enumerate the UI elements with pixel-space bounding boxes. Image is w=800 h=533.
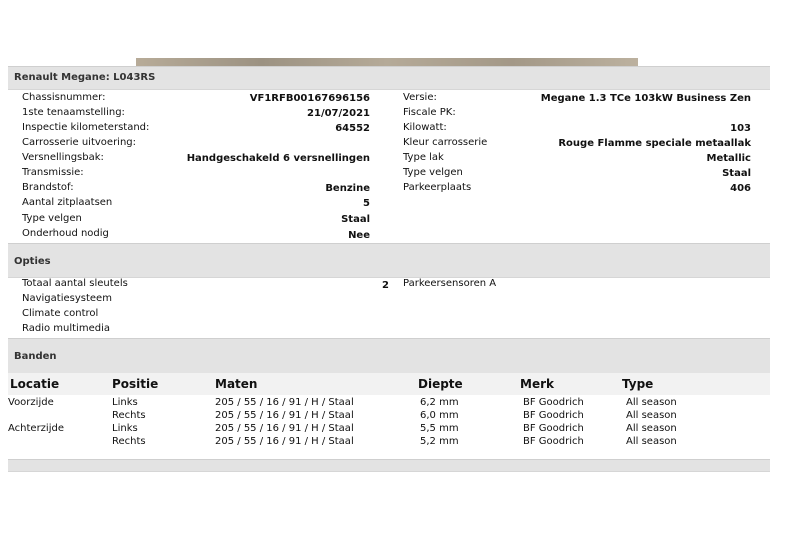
spec-value: 21/07/2021 bbox=[307, 108, 370, 119]
table-cell: Links bbox=[112, 423, 138, 434]
spec-value: 406 bbox=[730, 183, 751, 194]
spec-value: Metallic bbox=[706, 153, 751, 164]
table-cell: Rechts bbox=[112, 410, 146, 421]
table-cell: 5,2 mm bbox=[420, 436, 459, 447]
spec-label: Carrosserie uitvoering: bbox=[22, 137, 137, 148]
table-cell: 205 / 55 / 16 / 91 / H / Staal bbox=[215, 397, 354, 408]
options-header-bar: Opties bbox=[8, 243, 770, 278]
spec-label: Fiscale PK: bbox=[403, 107, 456, 118]
vehicle-photo-strip bbox=[136, 58, 638, 66]
table-cell: Voorzijde bbox=[8, 397, 54, 408]
table-cell: Rechts bbox=[112, 436, 146, 447]
column-header-maten: Maten bbox=[215, 377, 258, 391]
tires-header-bar: Banden bbox=[8, 338, 770, 374]
table-cell: 6,2 mm bbox=[420, 397, 459, 408]
table-cell: BF Goodrich bbox=[523, 436, 584, 447]
table-cell: BF Goodrich bbox=[523, 410, 584, 421]
footer-bar bbox=[8, 459, 770, 472]
vehicle-title: Renault Megane: L043RS bbox=[14, 72, 156, 83]
table-cell: All season bbox=[626, 423, 677, 434]
spec-label: Aantal zitplaatsen bbox=[22, 197, 113, 208]
table-cell: 6,0 mm bbox=[420, 410, 459, 421]
option-item: Radio multimedia bbox=[22, 323, 110, 334]
table-cell: 5,5 mm bbox=[420, 423, 459, 434]
spec-value: Handgeschakeld 6 versnellingen bbox=[186, 153, 370, 164]
column-header-diepte: Diepte bbox=[418, 377, 463, 391]
spec-value: 64552 bbox=[335, 123, 370, 134]
spec-label: Parkeerplaats bbox=[403, 182, 472, 193]
column-header-type: Type bbox=[622, 377, 654, 391]
table-cell: Links bbox=[112, 397, 138, 408]
spec-value: Nee bbox=[348, 230, 370, 241]
table-cell: BF Goodrich bbox=[523, 423, 584, 434]
options-title: Opties bbox=[14, 256, 51, 267]
spec-value: Staal bbox=[722, 168, 751, 179]
spec-label: Versnellingsbak: bbox=[22, 152, 104, 163]
option-item: Climate control bbox=[22, 308, 99, 319]
spec-label: Type velgen bbox=[403, 167, 463, 178]
spec-label: Versie: bbox=[403, 92, 437, 103]
option-item: Totaal aantal sleutels bbox=[22, 278, 128, 289]
tires-title: Banden bbox=[14, 351, 57, 362]
spec-label: Type lak bbox=[403, 152, 444, 163]
spec-label: Kilowatt: bbox=[403, 122, 447, 133]
spec-label: Type velgen bbox=[22, 213, 82, 224]
spec-label: Chassisnummer: bbox=[22, 92, 106, 103]
spec-label: 1ste tenaamstelling: bbox=[22, 107, 125, 118]
spec-value: Benzine bbox=[325, 183, 370, 194]
table-cell: 205 / 55 / 16 / 91 / H / Staal bbox=[215, 423, 354, 434]
table-cell: All season bbox=[626, 436, 677, 447]
spec-value: Megane 1.3 TCe 103kW Business Zen bbox=[540, 93, 751, 104]
spec-label: Brandstof: bbox=[22, 182, 74, 193]
table-cell: All season bbox=[626, 397, 677, 408]
option-item: Parkeersensoren A bbox=[403, 278, 497, 289]
table-cell: Achterzijde bbox=[8, 423, 64, 434]
table-cell: BF Goodrich bbox=[523, 397, 584, 408]
spec-label: Onderhoud nodig bbox=[22, 228, 109, 239]
spec-label: Kleur carrosserie bbox=[403, 137, 488, 148]
column-header-merk: Merk bbox=[520, 377, 554, 391]
spec-label: Inspectie kilometerstand: bbox=[22, 122, 150, 133]
table-cell: 205 / 55 / 16 / 91 / H / Staal bbox=[215, 436, 354, 447]
column-header-positie: Positie bbox=[112, 377, 159, 391]
vehicle-header-bar: Renault Megane: L043RS bbox=[8, 66, 770, 90]
spec-label: Transmissie: bbox=[22, 167, 84, 178]
spec-value: Rouge Flamme speciale metaallak bbox=[558, 138, 751, 149]
spec-value: 5 bbox=[363, 198, 370, 209]
option-item: Navigatiesysteem bbox=[22, 293, 112, 304]
option-value: 2 bbox=[382, 280, 389, 291]
table-cell: All season bbox=[626, 410, 677, 421]
spec-value: VF1RFB00167696156 bbox=[249, 93, 370, 104]
spec-value: 103 bbox=[730, 123, 751, 134]
spec-value: Staal bbox=[341, 214, 370, 225]
column-header-locatie: Locatie bbox=[10, 377, 60, 391]
table-cell: 205 / 55 / 16 / 91 / H / Staal bbox=[215, 410, 354, 421]
